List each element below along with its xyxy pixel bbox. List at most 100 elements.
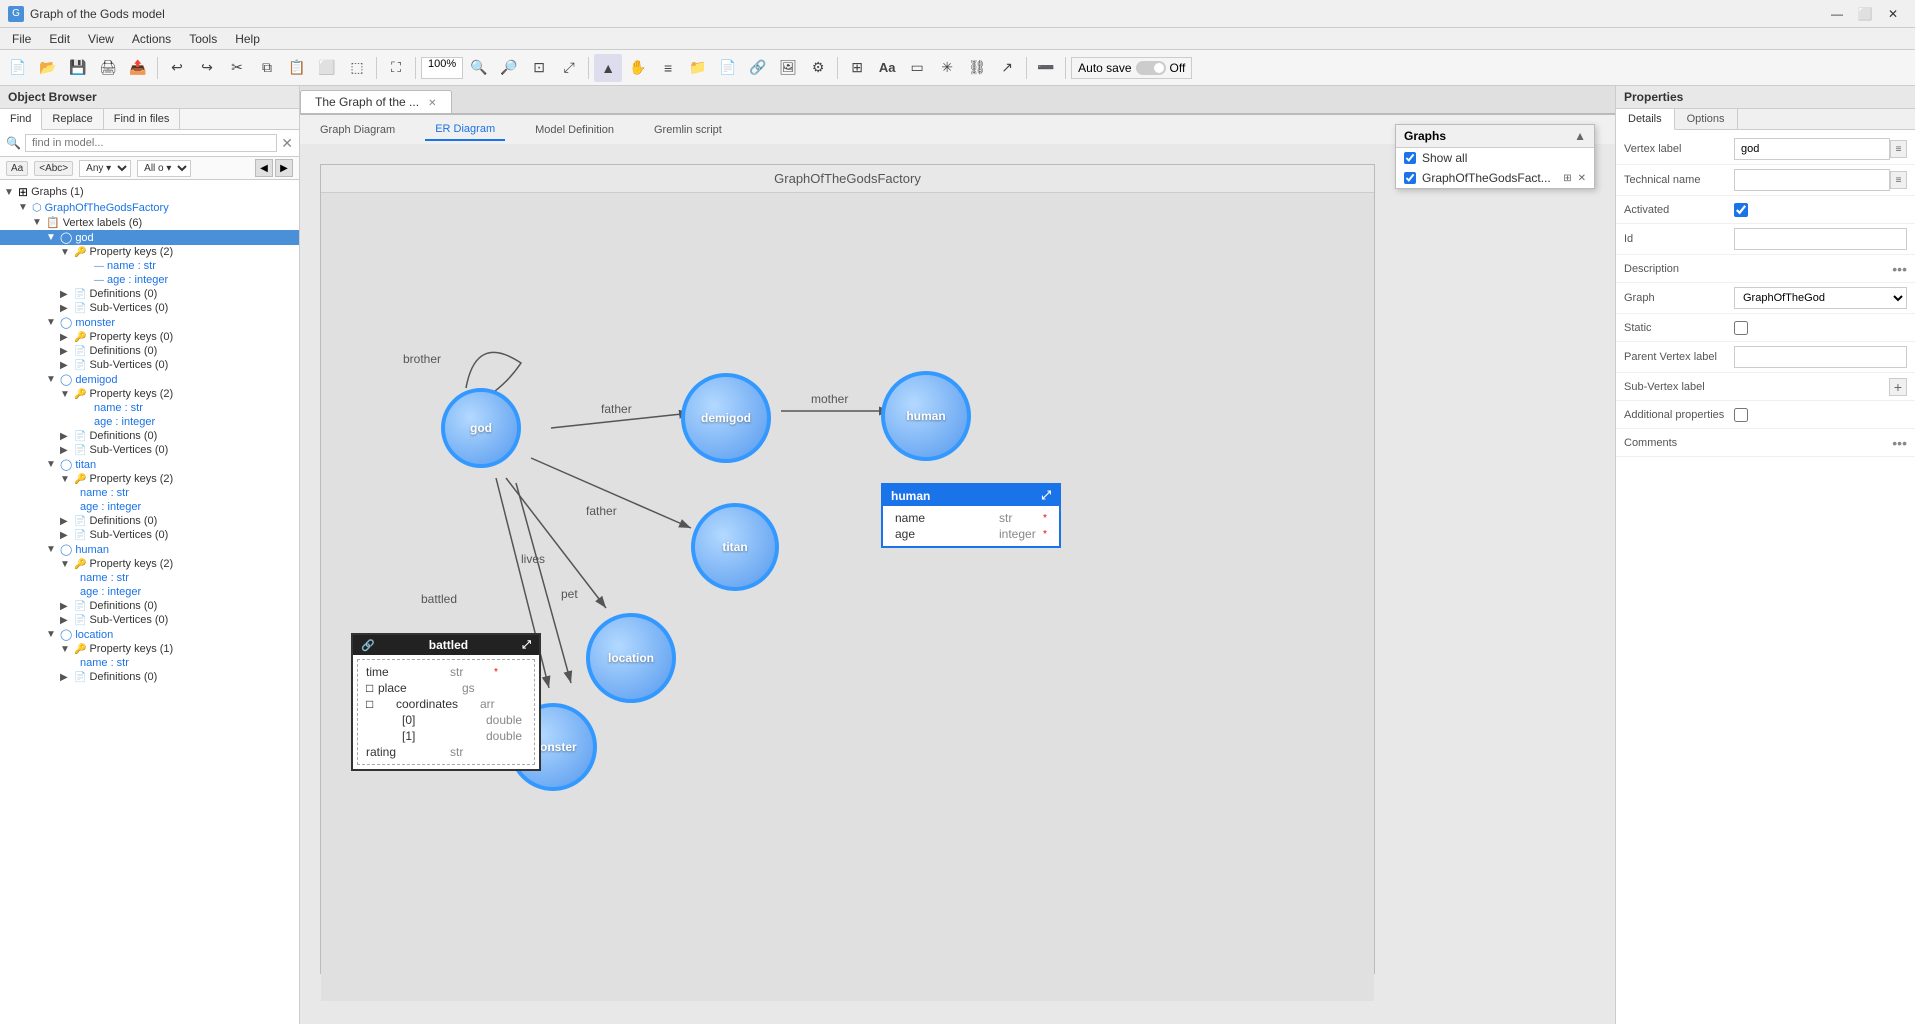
fullscreen-button[interactable]: ⛶ bbox=[382, 54, 410, 82]
hand-tool[interactable]: ✋ bbox=[624, 54, 652, 82]
tree-demigod-prop2[interactable]: age : integer bbox=[0, 415, 299, 429]
show-all-checkbox[interactable] bbox=[1404, 152, 1416, 164]
tree-arrow-location-pk[interactable]: ▼ bbox=[60, 644, 74, 655]
tree-arrow-location-def[interactable]: ▶ bbox=[60, 672, 74, 683]
redo-button[interactable]: ↪ bbox=[193, 54, 221, 82]
tree-human-propkeys[interactable]: ▼ 🔑 Property keys (2) bbox=[0, 557, 299, 571]
bottom-tab-graph[interactable]: Graph Diagram bbox=[310, 120, 405, 140]
tree-god-prop1[interactable]: — name : str bbox=[0, 259, 299, 273]
tab-find[interactable]: Find bbox=[0, 109, 42, 130]
tree-demigod[interactable]: ▼ ◯ demigod bbox=[0, 372, 299, 387]
canvas-area[interactable]: Graphs ▲ Show all GraphOfTheGodsFact... … bbox=[300, 114, 1615, 1024]
tree-god-definitions[interactable]: ▶ 📄 Definitions (0) bbox=[0, 287, 299, 301]
tree-titan[interactable]: ▼ ◯ titan bbox=[0, 457, 299, 472]
tree-arrow-monster-sub[interactable]: ▶ bbox=[60, 360, 74, 371]
reset-button[interactable]: ⤢ bbox=[555, 54, 583, 82]
factory-graph-close[interactable]: ✕ bbox=[1578, 173, 1586, 184]
id-input[interactable] bbox=[1734, 228, 1907, 250]
center-tab-close[interactable]: ✕ bbox=[428, 98, 436, 109]
tree-titan-prop1[interactable]: name : str bbox=[0, 486, 299, 500]
search-clear-icon[interactable]: ✕ bbox=[281, 135, 293, 152]
graph-canvas[interactable]: GraphOfTheGodsFactory bbox=[320, 164, 1375, 974]
tree-arrow-location[interactable]: ▼ bbox=[46, 629, 60, 640]
tree-titan-propkeys[interactable]: ▼ 🔑 Property keys (2) bbox=[0, 472, 299, 486]
static-checkbox[interactable] bbox=[1734, 321, 1748, 335]
tree-demigod-prop1[interactable]: name : str bbox=[0, 401, 299, 415]
list-tool[interactable]: ≡ bbox=[654, 54, 682, 82]
tree-arrow-monster[interactable]: ▼ bbox=[46, 317, 60, 328]
tree-arrow-god[interactable]: ▼ bbox=[46, 232, 60, 243]
open-button[interactable]: 📂 bbox=[34, 54, 62, 82]
image-tool[interactable]: 🖼 bbox=[774, 54, 802, 82]
close-button[interactable]: ✕ bbox=[1879, 0, 1907, 28]
undo-button[interactable]: ↩ bbox=[163, 54, 191, 82]
graphs-collapse-icon[interactable]: ▲ bbox=[1574, 129, 1586, 143]
tree-titan-definitions[interactable]: ▶ 📄 Definitions (0) bbox=[0, 514, 299, 528]
node-human[interactable]: human bbox=[881, 371, 971, 461]
tree-monster[interactable]: ▼ ◯ monster bbox=[0, 315, 299, 330]
tree-location-prop1[interactable]: name : str bbox=[0, 656, 299, 670]
print-button[interactable]: 🖨 bbox=[94, 54, 122, 82]
tree-arrow-god-sub[interactable]: ▶ bbox=[60, 303, 74, 314]
nav-next-btn[interactable]: ▶ bbox=[275, 159, 293, 177]
menu-tools[interactable]: Tools bbox=[181, 30, 225, 48]
whole-word-btn[interactable]: <Abc> bbox=[34, 161, 73, 176]
tree-arrow-graphs[interactable]: ▼ bbox=[4, 187, 18, 198]
duplicate-button[interactable]: ⬜ bbox=[313, 54, 341, 82]
save-button[interactable]: 💾 bbox=[64, 54, 92, 82]
zoom-fit-button[interactable]: ⊡ bbox=[525, 54, 553, 82]
compare-button[interactable]: ⬚ bbox=[343, 54, 371, 82]
tree-factory[interactable]: ▼ ⬡ GraphOfTheGodsFactory bbox=[0, 200, 299, 215]
description-dots[interactable]: ••• bbox=[1892, 261, 1907, 277]
menu-view[interactable]: View bbox=[80, 30, 122, 48]
menu-edit[interactable]: Edit bbox=[41, 30, 78, 48]
menu-help[interactable]: Help bbox=[227, 30, 268, 48]
page-tool[interactable]: 📄 bbox=[714, 54, 742, 82]
new-button[interactable]: 📄 bbox=[4, 54, 32, 82]
tree-god-subvertices[interactable]: ▶ 📄 Sub-Vertices (0) bbox=[0, 301, 299, 315]
tree-demigod-subvertices[interactable]: ▶ 📄 Sub-Vertices (0) bbox=[0, 443, 299, 457]
center-tab-main[interactable]: The Graph of the ... ✕ bbox=[300, 90, 452, 113]
tree-arrow-god-propkeys[interactable]: ▼ bbox=[60, 247, 74, 258]
activated-checkbox[interactable] bbox=[1734, 203, 1748, 217]
arrow-tool[interactable]: ↗ bbox=[993, 54, 1021, 82]
chain-tool[interactable]: ⛓ bbox=[963, 54, 991, 82]
technical-name-input[interactable] bbox=[1734, 169, 1890, 191]
tree-arrow-human-def[interactable]: ▶ bbox=[60, 601, 74, 612]
tree-human-prop2[interactable]: age : integer bbox=[0, 585, 299, 599]
autosave-toggle[interactable] bbox=[1136, 61, 1166, 75]
search-input[interactable] bbox=[25, 134, 277, 152]
tree-arrow-demigod[interactable]: ▼ bbox=[46, 374, 60, 385]
tree-god-prop2[interactable]: — age : integer bbox=[0, 273, 299, 287]
node-demigod[interactable]: demigod bbox=[681, 373, 771, 463]
folder-tool[interactable]: 📁 bbox=[684, 54, 712, 82]
search-type-select[interactable]: Any ▾ bbox=[79, 160, 131, 177]
tree-arrow-titan[interactable]: ▼ bbox=[46, 459, 60, 470]
tree-human-definitions[interactable]: ▶ 📄 Definitions (0) bbox=[0, 599, 299, 613]
export-button[interactable]: 📤 bbox=[124, 54, 152, 82]
tree-arrow-human-pk[interactable]: ▼ bbox=[60, 559, 74, 570]
tree-demigod-definitions[interactable]: ▶ 📄 Definitions (0) bbox=[0, 429, 299, 443]
props-tab-details[interactable]: Details bbox=[1616, 109, 1675, 130]
search-scope-select[interactable]: All o ▾ bbox=[137, 160, 191, 177]
zoom-control[interactable]: 100% bbox=[421, 57, 463, 79]
tree-arrow-factory[interactable]: ▼ bbox=[18, 202, 32, 213]
paste-button[interactable]: 📋 bbox=[283, 54, 311, 82]
bottom-tab-er[interactable]: ER Diagram bbox=[425, 119, 505, 141]
tree-arrow-demigod-def[interactable]: ▶ bbox=[60, 431, 74, 442]
node-titan[interactable]: titan bbox=[691, 503, 779, 591]
tree-location-definitions[interactable]: ▶ 📄 Definitions (0) bbox=[0, 670, 299, 684]
factory-checkbox[interactable] bbox=[1404, 172, 1416, 184]
props-tab-options[interactable]: Options bbox=[1675, 109, 1738, 129]
tab-replace[interactable]: Replace bbox=[42, 109, 103, 129]
tree-location-propkeys[interactable]: ▼ 🔑 Property keys (1) bbox=[0, 642, 299, 656]
minus-tool[interactable]: ➖ bbox=[1032, 54, 1060, 82]
tree-arrow-titan-def[interactable]: ▶ bbox=[60, 516, 74, 527]
tree-arrow-monster-def[interactable]: ▶ bbox=[60, 346, 74, 357]
minimize-button[interactable]: — bbox=[1823, 0, 1851, 28]
tree-arrow-monster-pk[interactable]: ▶ bbox=[60, 332, 74, 343]
node-god[interactable]: god bbox=[441, 388, 521, 468]
tree-location[interactable]: ▼ ◯ location bbox=[0, 627, 299, 642]
tree-titan-prop2[interactable]: age : integer bbox=[0, 500, 299, 514]
link-tool[interactable]: 🔗 bbox=[744, 54, 772, 82]
